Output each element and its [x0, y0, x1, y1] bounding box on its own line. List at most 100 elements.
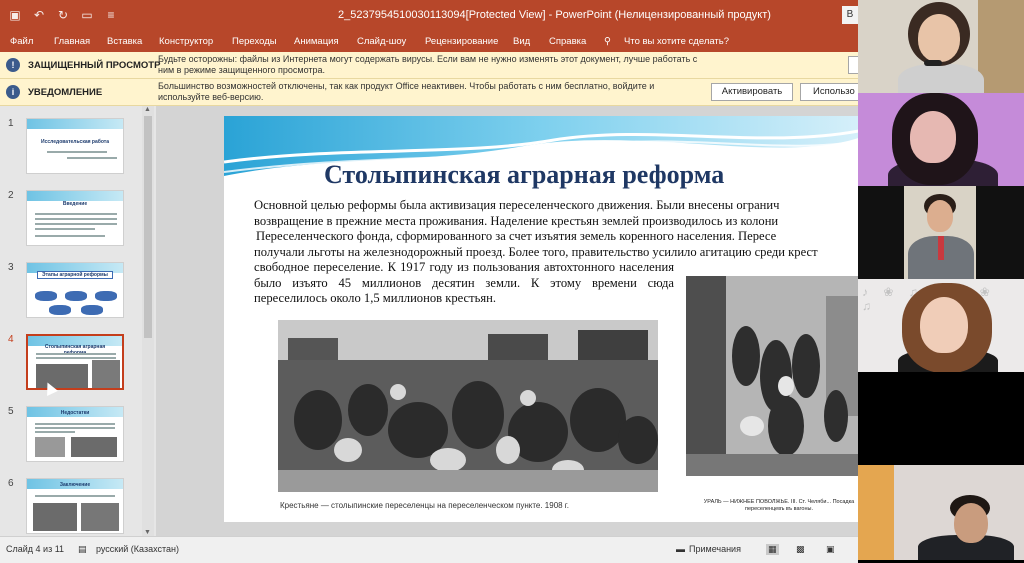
thumb-number: 5: [8, 406, 14, 417]
thumb-line: [35, 213, 117, 215]
thumb-line: [35, 218, 117, 220]
slide-thumbnail-5[interactable]: Недостатки: [26, 406, 124, 462]
participant-video-4: ♪ ❀ ♫ ✿ ♪ ❀ ♫: [858, 279, 1024, 374]
thumb-shape: [49, 305, 71, 315]
background-door: [978, 0, 1024, 95]
headset-mic-icon: [924, 60, 942, 66]
window-title: 2_5237954510030113094[Protected View] - …: [338, 9, 771, 21]
slideshow-icon[interactable]: ▭: [80, 8, 94, 22]
thumb-line: [35, 495, 115, 497]
scroll-up-icon[interactable]: ▲: [144, 106, 151, 113]
powerpoint-window: ▣ ↶ ↻ ▭ ≡ 2_5237954510030113094[Protecte…: [0, 0, 858, 563]
language-status[interactable]: русский (Казахстан): [96, 544, 179, 554]
slide-thumbnail-6[interactable]: Заключение: [26, 478, 124, 534]
thumb-line: [36, 353, 116, 355]
save-icon[interactable]: ▣: [8, 8, 22, 22]
photo-caption-left: Крестьяне — столыпинские переселенцы на …: [280, 501, 569, 510]
participant-face: [920, 297, 968, 353]
thumb-photo: [71, 437, 117, 457]
reading-view-icon[interactable]: ▣: [826, 544, 835, 555]
tab-view[interactable]: Вид: [513, 36, 530, 47]
enable-editing-button[interactable]: [848, 56, 858, 74]
use-web-button[interactable]: Использо: [800, 83, 858, 101]
quick-access-toolbar: ▣ ↶ ↻ ▭ ≡: [8, 8, 118, 22]
participant-video-2: [858, 93, 1024, 188]
thumb-band: [27, 119, 123, 129]
thumb-title: Этапы аграрной реформы: [37, 271, 113, 279]
current-slide[interactable]: Столыпинская аграрная реформа Основной ц…: [224, 116, 858, 522]
tab-design[interactable]: Конструктор: [159, 36, 213, 47]
thumb-photo: [81, 503, 119, 531]
activate-button[interactable]: Активировать: [711, 83, 793, 101]
window-button[interactable]: В: [842, 6, 858, 24]
thumb-line: [35, 235, 105, 237]
tab-home[interactable]: Главная: [54, 36, 90, 47]
thumb-number: 3: [8, 262, 14, 273]
thumb-photo: [33, 503, 77, 531]
thumbnails-scrollbar[interactable]: ▲ ▼: [142, 106, 154, 536]
slide-thumbnail-1[interactable]: Исследовательская работа: [26, 118, 124, 174]
tab-help[interactable]: Справка: [549, 36, 586, 47]
participant-video-1: [858, 0, 1024, 95]
thumb-line: [35, 223, 117, 225]
tab-insert[interactable]: Вставка: [107, 36, 142, 47]
notes-button[interactable]: Примечания: [689, 544, 741, 554]
participant-face: [954, 503, 988, 543]
redo-icon[interactable]: ↻: [56, 8, 70, 22]
thumb-title: Заключение: [59, 482, 91, 488]
thumb-line: [67, 157, 117, 159]
participant-face: [927, 200, 953, 232]
microphone-icon: [938, 236, 944, 260]
train-photo[interactable]: [686, 276, 858, 476]
settlers-photo[interactable]: [278, 320, 658, 492]
thumb-line: [35, 431, 75, 433]
more-icon[interactable]: ≡: [104, 8, 118, 22]
thumb-photo: [35, 437, 65, 457]
slide-thumbnail-4[interactable]: Столыпинская аграрная реформа: [26, 334, 124, 390]
slide-thumbnails-pane: 1 Исследовательская работа 2 Введение 3 …: [0, 106, 155, 536]
settlers-photo-image: [278, 320, 658, 492]
tell-me-search[interactable]: Что вы хотите сделать?: [624, 36, 729, 47]
body-line-4: получали льготы на железнодорожный проез…: [254, 244, 818, 259]
thumb-shape: [65, 291, 87, 301]
notice-message: Большинство возможностей отключены, так …: [158, 81, 655, 102]
thumb-line: [35, 423, 115, 425]
slide-thumbnail-2[interactable]: Введение: [26, 190, 124, 246]
slide-thumbnail-3[interactable]: Этапы аграрной реформы: [26, 262, 124, 318]
ribbon-tabs: Файл Главная Вставка Конструктор Переход…: [0, 32, 858, 52]
lightbulb-icon: ⚲: [604, 36, 611, 47]
thumb-number: 2: [8, 190, 14, 201]
thumb-title: Исследовательская работа: [41, 139, 109, 145]
body-line-3: Переселенческого фонда, сформированного …: [256, 229, 777, 243]
notice-bar: i УВЕДОМЛЕНИЕ Большинство возможностей о…: [0, 79, 858, 106]
tab-animation[interactable]: Анимация: [294, 36, 339, 47]
tab-slideshow[interactable]: Слайд-шоу: [357, 36, 406, 47]
slide-title[interactable]: Столыпинская аграрная реформа: [324, 160, 724, 190]
scrollbar-thumb[interactable]: [144, 116, 152, 338]
normal-view-icon[interactable]: ▦: [766, 544, 779, 555]
status-bar: Слайд 4 из 11 ▤ русский (Казахстан) ▬ Пр…: [0, 536, 858, 563]
protected-view-bar: ! ЗАЩИЩЕННЫЙ ПРОСМОТР Будьте осторожны: …: [0, 52, 858, 79]
thumb-number: 4: [8, 334, 14, 345]
thumb-photo: [92, 360, 120, 388]
tab-transitions[interactable]: Переходы: [232, 36, 277, 47]
participant-video-3: [858, 186, 1024, 281]
notes-icon: ▬: [676, 544, 685, 554]
thumb-band: [27, 191, 123, 201]
tab-file[interactable]: Файл: [10, 36, 33, 47]
spellcheck-icon[interactable]: ▤: [78, 544, 87, 555]
slide-counter: Слайд 4 из 11: [6, 544, 65, 554]
thumb-number: 6: [8, 478, 14, 489]
thumb-shape: [81, 305, 103, 315]
participant-torso: [898, 64, 984, 95]
undo-icon[interactable]: ↶: [32, 8, 46, 22]
participant-video-6: [858, 465, 1024, 560]
participant-face: [918, 14, 960, 62]
slide-sorter-icon[interactable]: ▩: [796, 544, 805, 555]
background-curtain: [858, 465, 894, 560]
scroll-down-icon[interactable]: ▼: [144, 529, 151, 536]
info-icon: i: [6, 85, 20, 99]
tab-review[interactable]: Рецензирование: [425, 36, 498, 47]
title-bar: ▣ ↶ ↻ ▭ ≡ 2_5237954510030113094[Protecte…: [0, 0, 858, 32]
participant-video-5: [858, 372, 1024, 467]
